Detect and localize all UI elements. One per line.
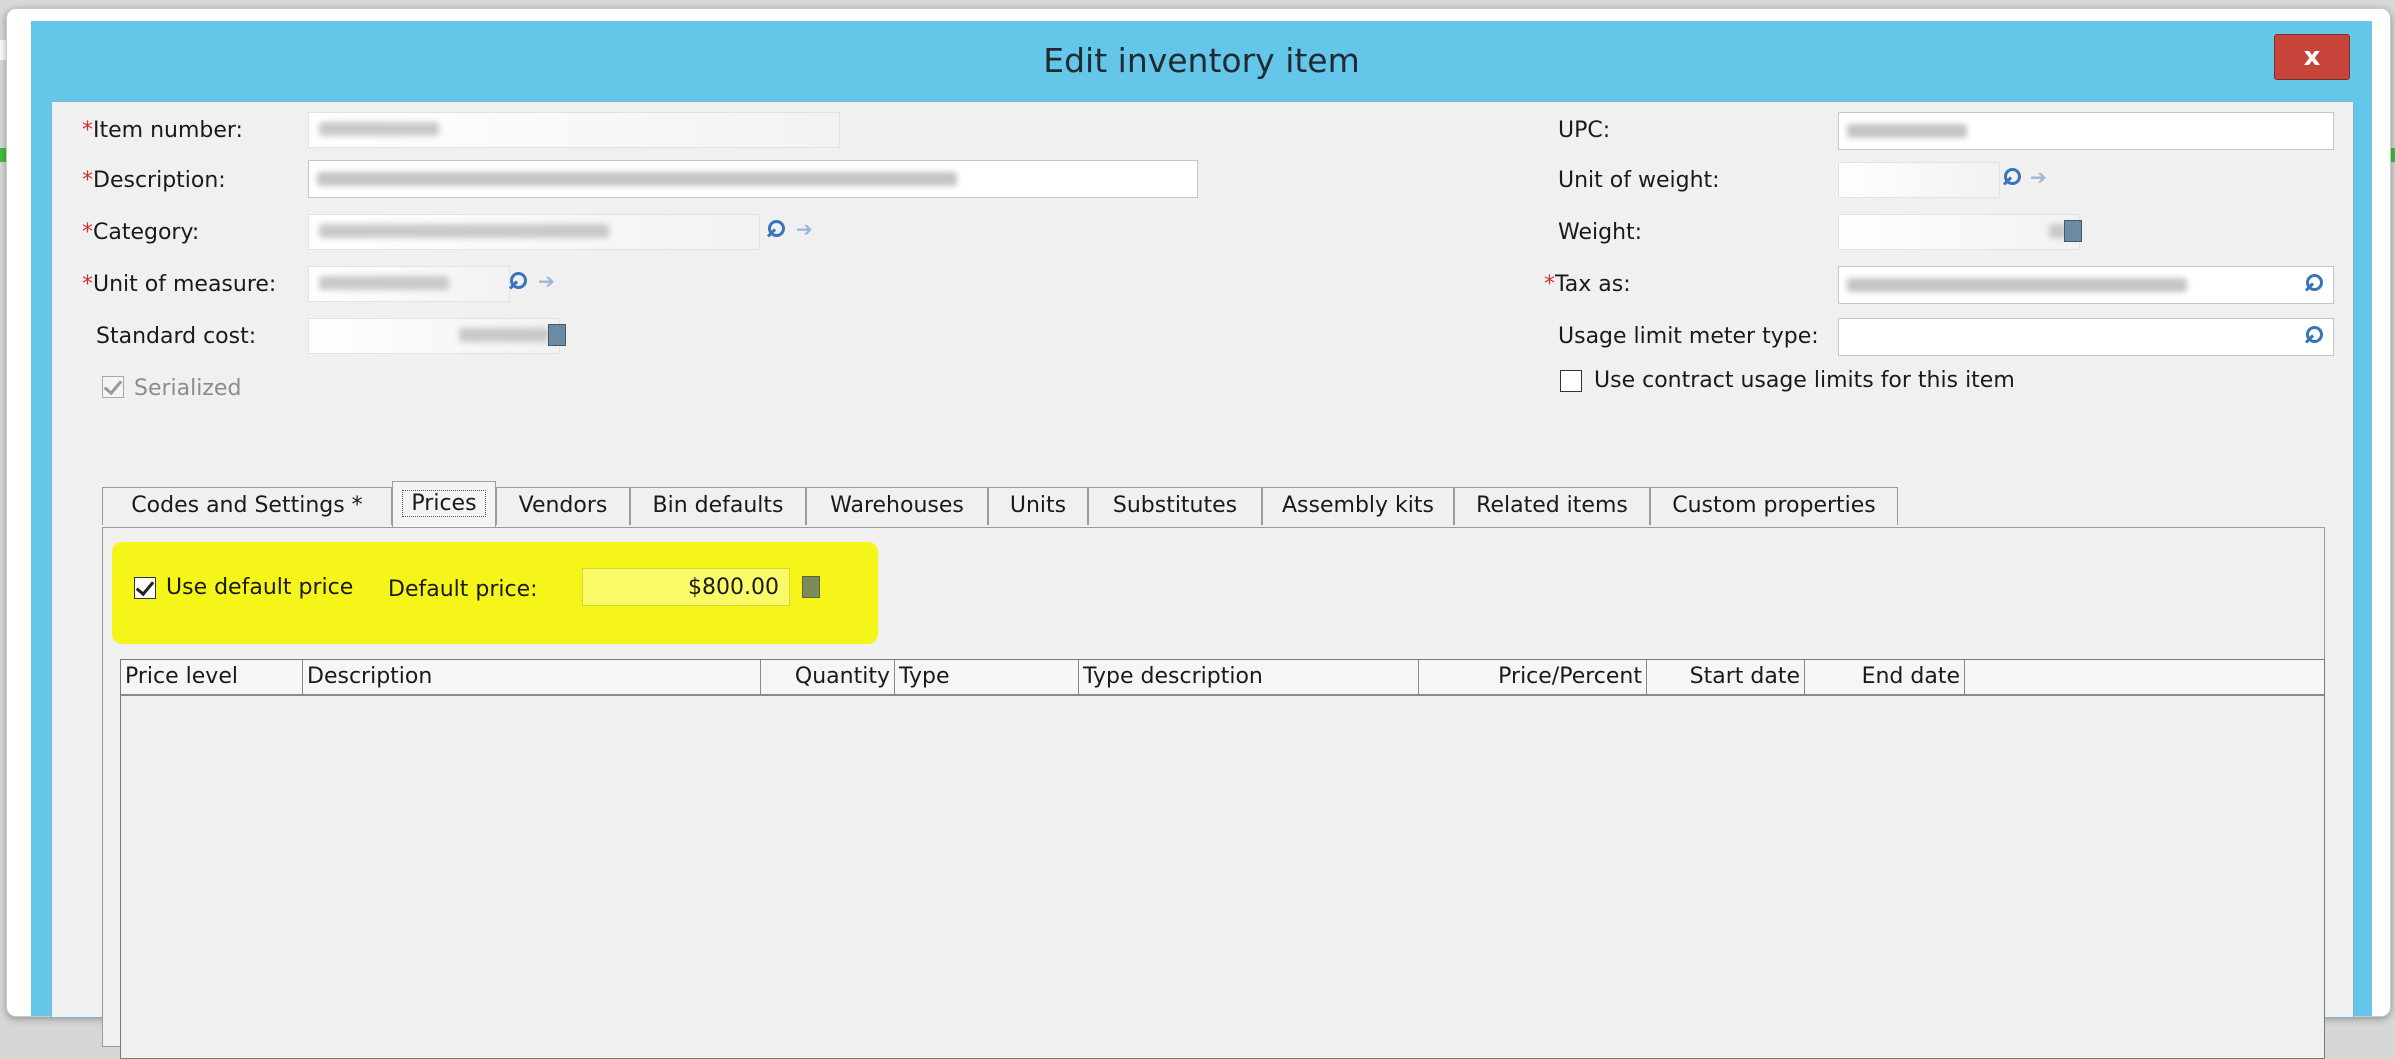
serialized-label: Serialized [134,376,242,401]
tab-vendors[interactable]: Vendors [496,487,630,525]
unit-of-measure-field[interactable] [308,266,510,302]
column-header-end-date[interactable]: End date [1805,660,1965,694]
standard-cost-field[interactable] [308,318,560,354]
tab-bin-defaults[interactable]: Bin defaults [630,487,806,525]
tab-prices[interactable]: Prices [392,481,496,527]
column-header-type[interactable]: Type [895,660,1079,694]
default-price-label: Default price: [388,577,538,602]
unit-of-measure-goto-icon[interactable]: ➔ [538,270,560,292]
tab-related-items[interactable]: Related items [1454,487,1650,525]
upc-label: UPC: [1558,118,1611,143]
window-title: Edit inventory item [1043,41,1360,80]
use-default-price-label: Use default price [166,575,354,600]
description-label: *Description: [82,168,226,193]
usage-limit-meter-type-label: Usage limit meter type: [1558,324,1819,349]
tab-prices-label: Prices [402,490,486,517]
unit-of-measure-label-text: Unit of measure: [93,272,277,297]
tax-as-label-text: Tax as: [1555,272,1631,297]
column-header-price-level[interactable]: Price level [121,660,303,694]
column-header-type-description[interactable]: Type description [1079,660,1419,694]
category-label-text: Category: [93,220,200,245]
tab-substitutes[interactable]: Substitutes [1088,487,1262,525]
weight-field[interactable] [1838,214,2080,250]
weight-label: Weight: [1558,220,1643,245]
tax-as-field[interactable] [1838,266,2334,304]
category-lookup-icon[interactable] [766,220,786,240]
default-price-value: $800.00 [688,575,779,600]
usage-limit-meter-type-field[interactable] [1838,318,2334,356]
default-price-field[interactable]: $800.00 [582,568,790,606]
tab-warehouses[interactable]: Warehouses [806,487,988,525]
serialized-checkbox[interactable] [102,375,124,398]
dialog-body: *Item number: *Description: *Category: ➔… [51,101,2354,1059]
standard-cost-label: Standard cost: [96,324,257,349]
item-number-field[interactable] [308,112,840,148]
tab-custom-properties[interactable]: Custom properties [1650,487,1898,525]
screenshot-frame: Edit inventory item x *Item number: *Des… [6,8,2391,1059]
upc-field[interactable] [1838,112,2334,150]
tab-assembly-kits[interactable]: Assembly kits [1262,487,1454,525]
column-header-price-percent[interactable]: Price/Percent [1419,660,1647,694]
unit-of-weight-lookup-icon[interactable] [2002,168,2022,188]
price-grid[interactable]: Price level Description Quantity Type Ty… [120,659,2325,1059]
unit-of-measure-label: *Unit of measure: [82,272,276,297]
column-header-quantity[interactable]: Quantity [761,660,895,694]
tab-units[interactable]: Units [988,487,1088,525]
calculator-icon[interactable] [802,576,820,598]
item-number-label-text: Item number: [93,118,243,143]
required-asterisk: * [1544,272,1555,297]
category-goto-icon[interactable]: ➔ [796,218,818,240]
close-button[interactable]: x [2274,34,2350,80]
required-asterisk: * [82,272,93,297]
unit-of-measure-lookup-icon[interactable] [508,272,528,292]
unit-of-weight-goto-icon[interactable]: ➔ [2030,166,2052,188]
edit-inventory-item-dialog: Edit inventory item x *Item number: *Des… [31,21,2372,1059]
column-header-start-date[interactable]: Start date [1647,660,1805,694]
tab-codes-and-settings[interactable]: Codes and Settings * [102,487,392,525]
price-grid-header: Price level Description Quantity Type Ty… [121,660,2324,696]
title-bar[interactable]: Edit inventory item x [31,21,2372,101]
column-header-description[interactable]: Description [303,660,761,694]
required-asterisk: * [82,118,93,143]
category-label: *Category: [82,220,199,245]
tax-as-label: *Tax as: [1544,272,1631,297]
item-number-label: *Item number: [82,118,243,143]
required-asterisk: * [82,168,93,193]
unit-of-weight-field[interactable] [1838,162,2000,198]
usage-limit-meter-type-lookup-icon[interactable] [2304,326,2324,346]
description-field[interactable] [308,160,1198,198]
required-asterisk: * [82,220,93,245]
unit-of-weight-label: Unit of weight: [1558,168,1720,193]
tax-as-lookup-icon[interactable] [2304,274,2324,294]
use-default-price-checkbox[interactable] [134,576,156,599]
category-field[interactable] [308,214,760,250]
use-contract-usage-limits-label: Use contract usage limits for this item [1594,368,2015,393]
calculator-icon[interactable] [548,324,566,346]
calculator-icon[interactable] [2064,220,2082,242]
use-contract-usage-limits-checkbox[interactable] [1560,370,1582,392]
description-label-text: Description: [93,168,226,193]
